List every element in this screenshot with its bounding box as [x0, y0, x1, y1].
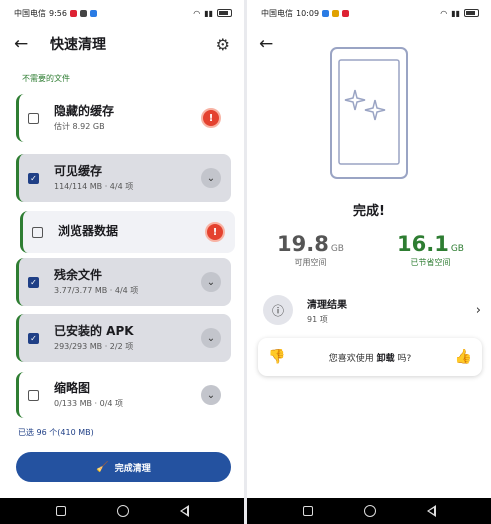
status-bar: 中国电信 10:09 ◠ ▮▮ [247, 0, 491, 26]
chevron-down-icon[interactable]: ⌄ [201, 168, 221, 188]
item-name: 缩略图 [54, 381, 91, 396]
item-name: 已安装的 APK [54, 324, 134, 339]
section-label: 不需要的文件 [22, 74, 70, 83]
list-item-residual-files[interactable]: ✓ 残余文件 3.77/3.77 MB · 4/4 项 ⌄ [16, 258, 231, 306]
system-back-icon[interactable] [179, 505, 189, 517]
finish-clean-button[interactable]: 🧹 完成清理 [16, 452, 231, 482]
finish-clean-label: 完成清理 [114, 463, 151, 474]
system-back-icon[interactable] [426, 505, 436, 517]
carrier: 中国电信 [14, 8, 46, 18]
done-title: 完成! [353, 204, 385, 219]
warning-icon[interactable]: ! [201, 108, 221, 128]
item-detail: 估计 8.92 GB [54, 121, 105, 131]
signal-icon: ▮▮ [204, 8, 213, 18]
results-count: 91 项 [307, 314, 328, 324]
clock: 10:09 [296, 8, 320, 18]
broom-icon: 🧹 [96, 461, 109, 473]
page-title: 快速清理 [50, 37, 106, 53]
chevron-down-icon[interactable]: ⌄ [201, 385, 221, 405]
checkbox[interactable]: ✓ [28, 276, 39, 288]
signal-icon: ▮▮ [451, 8, 460, 18]
app-header: ← 快速清理 ⚙ [0, 30, 244, 58]
list-item-visible-cache[interactable]: ✓ 可见缓存 114/114 MB · 4/4 项 ⌄ [16, 154, 231, 202]
back-arrow-icon[interactable]: ← [14, 35, 38, 53]
notification-icon [332, 9, 340, 17]
info-icon: ⓘ [263, 295, 293, 325]
home-icon[interactable] [363, 505, 376, 517]
feedback-card: 👎 您喜欢使用 卸载 吗? 👍 [258, 338, 482, 376]
wifi-icon: ◠ [193, 8, 201, 18]
saved-space-stat: 16.1 GB 已节省空间 [397, 232, 464, 268]
clean-complete-screen: 中国电信 10:09 ◠ ▮▮ ← 完成! 19.8 GB 可用空间 16.1 … [247, 0, 491, 524]
chevron-down-icon[interactable]: ⌄ [201, 272, 221, 292]
notification-icon [342, 9, 350, 17]
gear-icon[interactable]: ⚙ [216, 35, 230, 54]
selection-summary: 已选 96 个(410 MB) [18, 428, 94, 437]
feedback-prefix: 您喜欢使用 [328, 353, 374, 364]
back-arrow-icon[interactable]: ← [259, 34, 273, 54]
checkbox[interactable] [28, 112, 39, 124]
saved-space-label: 已节省空间 [410, 258, 451, 267]
saved-space-value: 16.1 [397, 232, 449, 256]
feedback-suffix: 吗? [397, 353, 412, 364]
carrier: 中国电信 [261, 8, 293, 18]
feedback-question: 您喜欢使用 卸载 吗? [329, 351, 412, 364]
list-item-thumbnails[interactable]: 缩略图 0/133 MB · 0/4 项 ⌄ [16, 372, 231, 418]
checkbox[interactable] [28, 389, 39, 401]
chevron-down-icon[interactable]: ⌄ [201, 328, 221, 348]
list-item-installed-apk[interactable]: ✓ 已安装的 APK 293/293 MB · 2/2 项 ⌄ [16, 314, 231, 362]
chevron-right-icon: › [475, 302, 481, 318]
battery-icon [464, 9, 479, 17]
item-detail: 0/133 MB · 0/4 项 [54, 398, 124, 408]
thumbs-up-icon[interactable]: 👍 [455, 349, 472, 365]
checkbox[interactable]: ✓ [28, 332, 39, 344]
notification-icon [69, 9, 77, 17]
results-title: 清理结果 [307, 299, 347, 311]
notification-icon [322, 9, 330, 17]
item-detail: 114/114 MB · 4/4 项 [54, 181, 134, 191]
free-space-stat: 19.8 GB 可用空间 [277, 232, 344, 268]
wifi-icon: ◠ [440, 8, 448, 18]
clock: 9:56 [49, 8, 67, 18]
checkbox[interactable] [32, 226, 43, 238]
feedback-app-name: 卸载 [376, 353, 395, 364]
notification-icon [79, 9, 87, 17]
item-name: 浏览器数据 [58, 224, 119, 239]
thumbs-down-icon[interactable]: 👎 [268, 349, 285, 365]
item-detail: 3.77/3.77 MB · 4/4 项 [54, 285, 139, 295]
list-item-browser-data[interactable]: 浏览器数据 ! [20, 211, 235, 253]
system-nav-bar [0, 498, 244, 524]
warning-icon[interactable]: ! [205, 222, 225, 242]
checkbox[interactable]: ✓ [28, 172, 39, 184]
clean-results-row[interactable]: ⓘ 清理结果 91 项 › [263, 292, 483, 328]
quick-clean-screen: 中国电信 9:56 ◠ ▮▮ ← 快速清理 ⚙ 不需要的文件 隐藏的缓存 估计 … [0, 0, 244, 524]
item-name: 可见缓存 [54, 164, 103, 179]
saved-space-unit: GB [450, 244, 464, 254]
recents-icon[interactable] [302, 506, 313, 516]
recents-icon[interactable] [55, 506, 66, 516]
free-space-label: 可用空间 [294, 258, 327, 267]
item-detail: 293/293 MB · 2/2 项 [54, 341, 134, 351]
system-nav-bar [247, 498, 491, 524]
home-icon[interactable] [116, 505, 129, 517]
status-bar: 中国电信 9:56 ◠ ▮▮ [0, 0, 244, 26]
free-space-value: 19.8 [277, 232, 329, 256]
item-name: 残余文件 [54, 268, 103, 283]
list-item-hidden-cache[interactable]: 隐藏的缓存 估计 8.92 GB ! [16, 94, 231, 142]
item-name: 隐藏的缓存 [54, 104, 115, 119]
battery-icon [217, 9, 232, 17]
screenshot-root: 中国电信 9:56 ◠ ▮▮ ← 快速清理 ⚙ 不需要的文件 隐藏的缓存 估计 … [0, 0, 491, 524]
notification-icon [89, 9, 97, 17]
phone-sparkle-icon [330, 47, 408, 179]
free-space-unit: GB [330, 244, 344, 254]
